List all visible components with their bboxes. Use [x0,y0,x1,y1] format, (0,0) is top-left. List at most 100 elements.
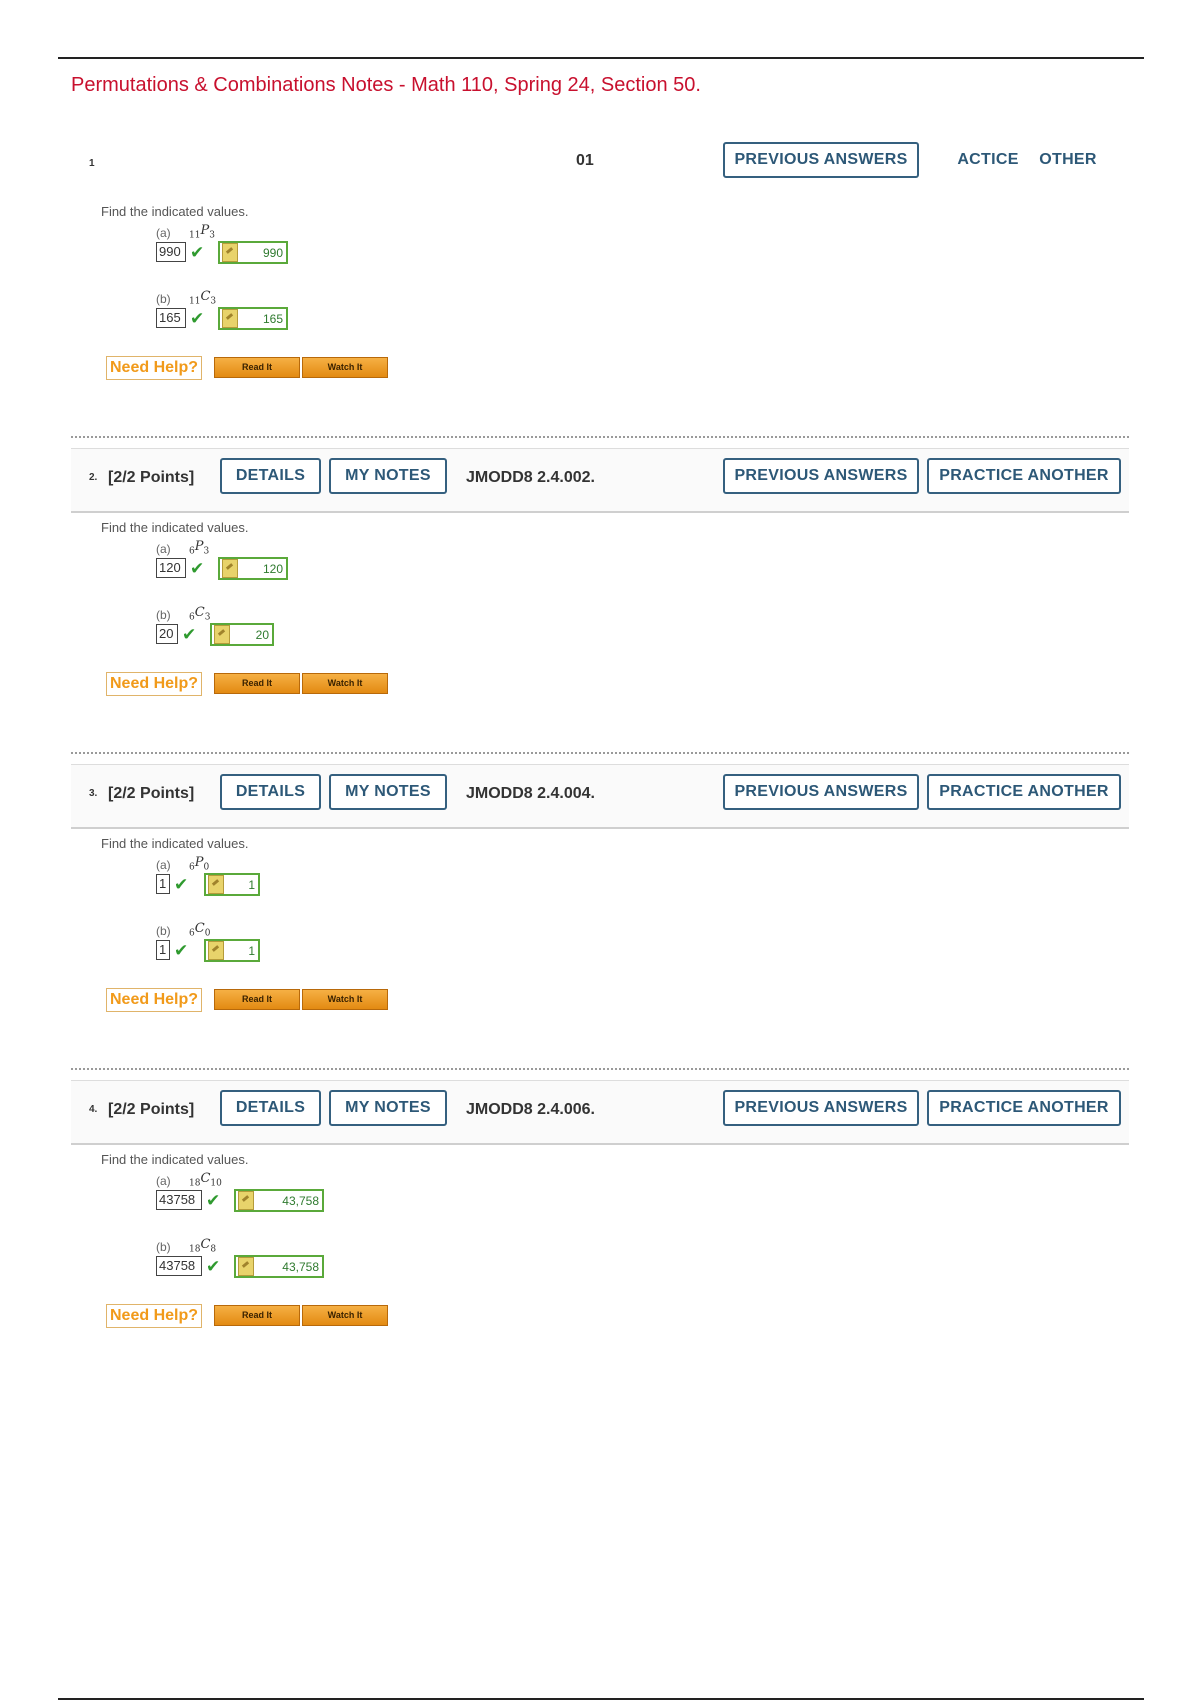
answer-key-value: 120 [262,561,283,576]
question-body: Find the indicated values. (a) 6P0 1 ✔ 1… [101,836,1001,1066]
answer-key-field: 43,758 [234,1189,324,1212]
key-icon [222,559,238,578]
notation: 6P0 [189,855,210,873]
answer-field[interactable]: 43758 [156,1190,202,1210]
answer-field[interactable]: 120 [156,558,186,578]
part-b: (b) 6C0 1 ✔ 1 [156,921,756,984]
help-row: Need Help? Read It Watch It [106,672,406,696]
answer-field[interactable]: 990 [156,242,186,262]
question-body: Find the indicated values. (a) 6P3 120 ✔… [101,520,1001,750]
part-label: (b) [156,924,171,938]
answer-key-value: 1 [248,943,255,958]
question-3: 3. [2/2 Points] DETAILS MY NOTES JMODD8 … [71,752,1129,1066]
instruction-text: Find the indicated values. [101,204,249,219]
separator [71,436,1129,438]
key-icon [214,625,230,644]
watch-it-button[interactable]: Watch It [302,357,388,378]
correct-check-icon: ✔ [190,309,205,328]
help-row: Need Help? Read It Watch It [106,988,406,1012]
previous-answers-button[interactable]: PREVIOUS ANSWERS [723,1090,919,1126]
part-label: (a) [156,858,171,872]
answer-key-value: 1 [248,877,255,892]
key-icon [222,243,238,262]
answer-field[interactable]: 1 [156,940,170,960]
part-label: (b) [156,1240,171,1254]
notation: 11P3 [189,223,215,241]
key-icon [238,1257,254,1276]
answer-key-value: 43,758 [282,1259,319,1274]
part-b: (b) 18C8 43758 ✔ 43,758 [156,1237,756,1300]
my-notes-button[interactable]: MY NOTES [329,458,447,494]
part-label: (b) [156,292,171,306]
key-icon [222,309,238,328]
instruction-text: Find the indicated values. [101,520,249,535]
answer-field[interactable]: 1 [156,874,170,894]
correct-check-icon: ✔ [190,559,205,578]
answer-key-field: 165 [218,307,288,330]
watch-it-button[interactable]: Watch It [302,989,388,1010]
answer-key-value: 43,758 [282,1193,319,1208]
question-body: Find the indicated values. (a) 18C10 437… [101,1152,1001,1382]
read-it-button[interactable]: Read It [214,989,300,1010]
correct-check-icon: ✔ [206,1257,221,1276]
part-b: (b) 11C3 165 ✔ 165 [156,289,756,352]
need-help-label: Need Help? [106,988,203,1012]
notation: 18C10 [189,1171,222,1189]
previous-answers-button[interactable]: PREVIOUS ANSWERS [723,774,919,810]
details-button[interactable]: DETAILS [220,458,321,494]
answer-key-value: 990 [262,245,283,260]
help-row: Need Help? Read It Watch It [106,356,406,380]
my-notes-button[interactable]: MY NOTES [329,1090,447,1126]
notation: 6C0 [189,921,211,939]
answer-key-field: 1 [204,873,260,896]
notation: 11C3 [189,289,217,307]
answer-key-value: 165 [262,311,283,326]
previous-answers-button[interactable]: PREVIOUS ANSWERS [723,458,919,494]
points-label: [2/2 Points] [108,785,195,802]
practice-another-button[interactable]: PRACTICE ANOTHER [927,458,1121,494]
separator [71,752,1129,754]
help-row: Need Help? Read It Watch It [106,1304,406,1328]
correct-check-icon: ✔ [174,875,189,894]
separator [71,1068,1129,1070]
instruction-text: Find the indicated values. [101,836,249,851]
practice-button[interactable]: ACTICE [953,142,1023,178]
part-label: (b) [156,608,171,622]
instruction-text: Find the indicated values. [101,1152,249,1167]
answer-key-field: 43,758 [234,1255,324,1278]
answer-field[interactable]: 20 [156,624,178,644]
part-label: (a) [156,542,171,556]
answer-key-field: 120 [218,557,288,580]
answer-key-value: 20 [255,627,269,642]
part-a: (a) 6P3 120 ✔ 120 [156,539,756,602]
question-code: JMODD8 2.4.006. [466,1101,595,1118]
part-b: (b) 6C3 20 ✔ 20 [156,605,756,668]
practice-another-button[interactable]: PRACTICE ANOTHER [927,774,1121,810]
key-icon [208,941,224,960]
key-icon [208,875,224,894]
watch-it-button[interactable]: Watch It [302,1305,388,1326]
correct-check-icon: ✔ [182,625,197,644]
watch-it-button[interactable]: Watch It [302,673,388,694]
key-icon [238,1191,254,1210]
read-it-button[interactable]: Read It [214,673,300,694]
answer-field[interactable]: 43758 [156,1256,202,1276]
other-button[interactable]: OTHER [1033,142,1103,178]
need-help-label: Need Help? [106,672,203,696]
my-notes-button[interactable]: MY NOTES [329,774,447,810]
part-a: (a) 11P3 990 ✔ 990 [156,223,756,286]
question-header: 4. [2/2 Points] DETAILS MY NOTES JMODD8 … [71,1080,1129,1145]
notation: 6C3 [189,605,211,623]
previous-answers-button[interactable]: PREVIOUS ANSWERS [723,142,919,178]
read-it-button[interactable]: Read It [214,357,300,378]
details-button[interactable]: DETAILS [220,774,321,810]
page-title: Permutations & Combinations Notes - Math… [71,74,701,96]
read-it-button[interactable]: Read It [214,1305,300,1326]
question-header: 2. [2/2 Points] DETAILS MY NOTES JMODD8 … [71,448,1129,513]
details-button[interactable]: DETAILS [220,1090,321,1126]
part-a: (a) 6P0 1 ✔ 1 [156,855,756,918]
answer-field[interactable]: 165 [156,308,186,328]
notation: 6P3 [189,539,210,557]
practice-another-button[interactable]: PRACTICE ANOTHER [927,1090,1121,1126]
notation: 18C8 [189,1237,217,1255]
